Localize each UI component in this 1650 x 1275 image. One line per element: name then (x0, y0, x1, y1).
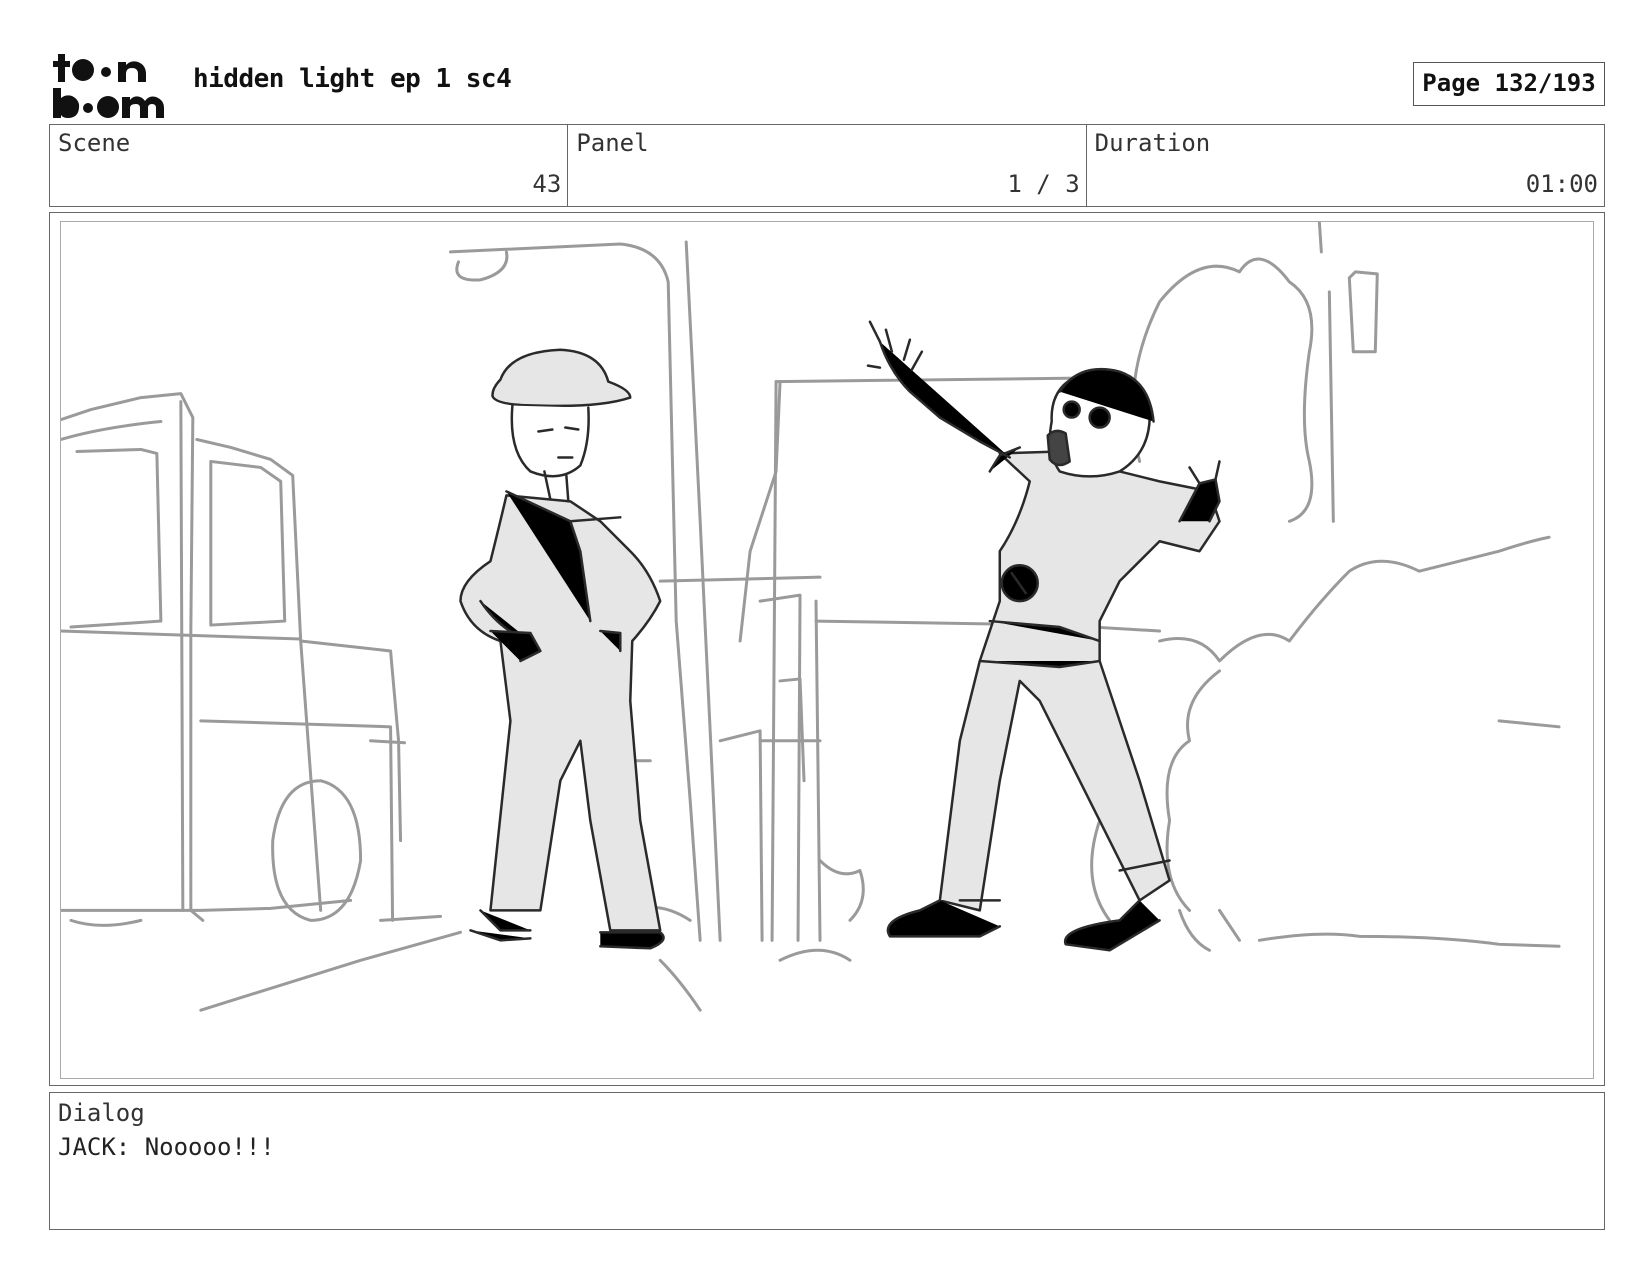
duration-label: Duration (1094, 129, 1211, 157)
duration-value: 01:00 (1525, 170, 1598, 198)
panel-value: 1 / 3 (1007, 170, 1080, 198)
document-title: hidden light ep 1 sc4 (193, 64, 512, 94)
dialog-text: JACK: Nooooo!!! (58, 1133, 275, 1161)
panel-drawing-area (60, 221, 1594, 1079)
panel-cell: Panel 1 / 3 (568, 125, 1087, 206)
duration-cell: Duration 01:00 (1087, 125, 1604, 206)
page-indicator: Page 132/193 (1413, 62, 1605, 106)
dialog-box: Dialog JACK: Nooooo!!! (49, 1092, 1605, 1230)
sketch-illustration (61, 222, 1561, 1012)
storyboard-panel (49, 212, 1605, 1086)
dialog-label: Dialog (58, 1099, 145, 1127)
scene-cell: Scene 43 (50, 125, 569, 206)
scene-label: Scene (58, 129, 131, 157)
panel-info-row: Scene 43 Panel 1 / 3 Duration 01:00 (49, 124, 1605, 207)
scene-value: 43 (532, 170, 562, 198)
toon-boom-logo (52, 50, 172, 120)
panel-label: Panel (576, 129, 649, 157)
